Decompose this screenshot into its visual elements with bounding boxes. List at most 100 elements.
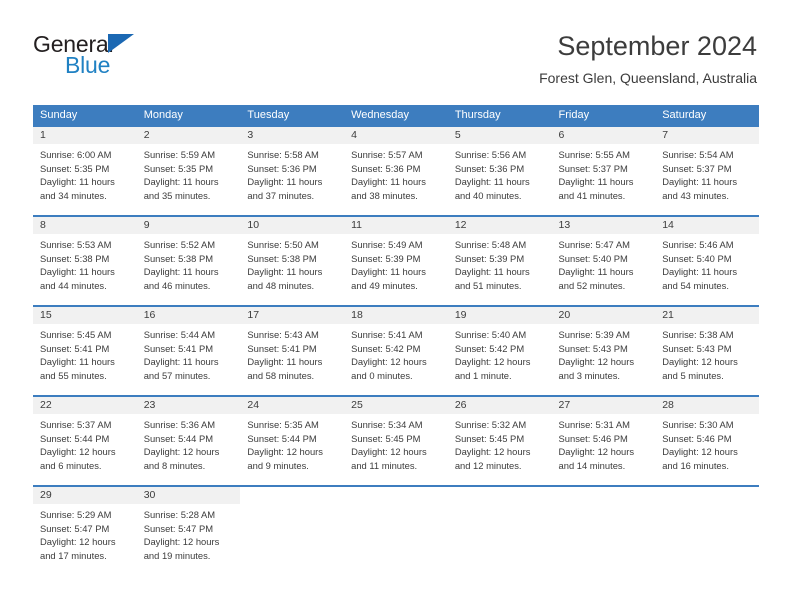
day-details: Sunrise: 5:29 AM Sunset: 5:47 PM Dayligh… (33, 504, 137, 562)
sunset-text: Sunset: 5:37 PM (662, 162, 732, 174)
sunrise-text: Sunrise: 5:35 AM (247, 419, 319, 430)
day-details: Sunrise: 5:37 AM Sunset: 5:44 PM Dayligh… (33, 414, 137, 472)
day-details: Sunrise: 5:56 AM Sunset: 5:36 PM Dayligh… (448, 144, 552, 202)
sunrise-text: Sunrise: 5:28 AM (143, 509, 216, 520)
daylight-text: Daylight: 12 hours and 16 minutes. (662, 446, 738, 471)
day-cell[interactable]: 29 Sunrise: 5:29 AM Sunset: 5:47 PM Dayl… (33, 487, 137, 575)
day-number: 7 (655, 127, 759, 144)
daylight-text: Daylight: 11 hours and 58 minutes. (247, 356, 323, 381)
day-cell[interactable]: 14 Sunrise: 5:46 AM Sunset: 5:40 PM Dayl… (655, 217, 759, 305)
day-cell[interactable]: 27 Sunrise: 5:31 AM Sunset: 5:46 PM Dayl… (551, 397, 656, 485)
day-number: 27 (551, 397, 656, 414)
sunset-text: Sunset: 5:43 PM (662, 342, 732, 354)
sunrise-text: Sunrise: 5:36 AM (143, 419, 216, 430)
day-details: Sunrise: 5:47 AM Sunset: 5:40 PM Dayligh… (552, 234, 656, 292)
day-number: 23 (136, 397, 241, 414)
day-cell[interactable]: 30 Sunrise: 5:28 AM Sunset: 5:47 PM Dayl… (136, 487, 241, 575)
day-number: 26 (447, 397, 552, 414)
week-row: 22 Sunrise: 5:37 AM Sunset: 5:44 PM Dayl… (33, 395, 759, 485)
day-details: Sunrise: 5:38 AM Sunset: 5:43 PM Dayligh… (655, 324, 759, 382)
day-cell[interactable]: 2 Sunrise: 5:59 AM Sunset: 5:35 PM Dayli… (136, 127, 241, 215)
sunset-text: Sunset: 5:44 PM (247, 432, 317, 444)
day-cell[interactable]: 8 Sunrise: 5:53 AM Sunset: 5:38 PM Dayli… (33, 217, 137, 305)
sunrise-text: Sunrise: 5:54 AM (662, 149, 734, 160)
sunset-text: Sunset: 5:38 PM (40, 252, 110, 264)
day-details: Sunrise: 5:41 AM Sunset: 5:42 PM Dayligh… (344, 324, 448, 382)
day-cell[interactable]: 26 Sunrise: 5:32 AM Sunset: 5:45 PM Dayl… (447, 397, 552, 485)
daylight-text: Daylight: 12 hours and 17 minutes. (40, 536, 116, 561)
day-cell[interactable]: 7 Sunrise: 5:54 AM Sunset: 5:37 PM Dayli… (655, 127, 759, 215)
week-row: 15 Sunrise: 5:45 AM Sunset: 5:41 PM Dayl… (33, 305, 759, 395)
day-cell[interactable]: 25 Sunrise: 5:34 AM Sunset: 5:45 PM Dayl… (344, 397, 448, 485)
day-details: Sunrise: 5:28 AM Sunset: 5:47 PM Dayligh… (137, 504, 241, 562)
week-row: 8 Sunrise: 5:53 AM Sunset: 5:38 PM Dayli… (33, 215, 759, 305)
general-blue-logo: General Blue (33, 33, 243, 83)
sunrise-text: Sunrise: 5:56 AM (454, 149, 527, 160)
calendar-grid: Sunday Monday Tuesday Wednesday Thursday… (33, 105, 759, 575)
day-number (655, 487, 759, 504)
day-number (448, 487, 552, 504)
daylight-text: Daylight: 11 hours and 48 minutes. (247, 266, 323, 291)
weekday-header-monday: Monday (143, 109, 183, 121)
sunrise-text: Sunrise: 5:32 AM (454, 419, 527, 430)
day-number: 2 (136, 127, 241, 144)
sunrise-text: Sunrise: 5:38 AM (662, 329, 734, 340)
day-cell[interactable]: 20 Sunrise: 5:39 AM Sunset: 5:43 PM Dayl… (551, 307, 656, 395)
day-cell[interactable]: 24 Sunrise: 5:35 AM Sunset: 5:44 PM Dayl… (240, 397, 345, 485)
daylight-text: Daylight: 11 hours and 41 minutes. (558, 176, 634, 201)
daylight-text: Daylight: 11 hours and 38 minutes. (351, 176, 426, 201)
day-cell[interactable]: 19 Sunrise: 5:40 AM Sunset: 5:42 PM Dayl… (447, 307, 552, 395)
day-cell[interactable]: 16 Sunrise: 5:44 AM Sunset: 5:41 PM Dayl… (136, 307, 241, 395)
sunset-text: Sunset: 5:42 PM (351, 342, 421, 354)
daylight-text: Daylight: 12 hours and 0 minutes. (351, 356, 427, 381)
day-cell[interactable]: 11 Sunrise: 5:49 AM Sunset: 5:39 PM Dayl… (344, 217, 448, 305)
sunset-text: Sunset: 5:36 PM (454, 162, 525, 174)
sunset-text: Sunset: 5:46 PM (558, 432, 628, 444)
day-cell[interactable]: 18 Sunrise: 5:41 AM Sunset: 5:42 PM Dayl… (344, 307, 448, 395)
day-details: Sunrise: 5:30 AM Sunset: 5:46 PM Dayligh… (655, 414, 759, 472)
day-cell[interactable]: 10 Sunrise: 5:50 AM Sunset: 5:38 PM Dayl… (240, 217, 345, 305)
day-details: Sunrise: 5:55 AM Sunset: 5:37 PM Dayligh… (552, 144, 656, 202)
sunset-text: Sunset: 5:39 PM (454, 252, 525, 264)
sunrise-text: Sunrise: 5:45 AM (40, 329, 112, 340)
page-subtitle: Forest Glen, Queensland, Australia (539, 70, 757, 86)
sunrise-text: Sunrise: 5:52 AM (143, 239, 216, 250)
calendar-page: General Blue September 2024 Forest Glen,… (0, 0, 792, 612)
weekday-header-wednesday: Wednesday (351, 109, 409, 121)
day-cell[interactable]: 9 Sunrise: 5:52 AM Sunset: 5:38 PM Dayli… (136, 217, 241, 305)
day-cell[interactable]: 12 Sunrise: 5:48 AM Sunset: 5:39 PM Dayl… (447, 217, 552, 305)
day-cell[interactable]: 5 Sunrise: 5:56 AM Sunset: 5:36 PM Dayli… (447, 127, 552, 215)
sunset-text: Sunset: 5:41 PM (40, 342, 110, 354)
day-cell-empty (240, 487, 344, 575)
day-cell[interactable]: 17 Sunrise: 5:43 AM Sunset: 5:41 PM Dayl… (240, 307, 345, 395)
day-cell[interactable]: 28 Sunrise: 5:30 AM Sunset: 5:46 PM Dayl… (655, 397, 759, 485)
day-number: 28 (655, 397, 759, 414)
sunset-text: Sunset: 5:41 PM (247, 342, 317, 354)
weekday-header-sunday: Sunday (40, 109, 78, 121)
day-details: Sunrise: 5:44 AM Sunset: 5:41 PM Dayligh… (137, 324, 241, 382)
day-cell[interactable]: 15 Sunrise: 5:45 AM Sunset: 5:41 PM Dayl… (33, 307, 137, 395)
day-number: 22 (33, 397, 137, 414)
day-cell[interactable]: 1 Sunrise: 6:00 AM Sunset: 5:35 PM Dayli… (33, 127, 137, 215)
sunrise-text: Sunrise: 5:50 AM (247, 239, 319, 250)
day-details: Sunrise: 5:35 AM Sunset: 5:44 PM Dayligh… (240, 414, 344, 472)
sunset-text: Sunset: 5:42 PM (454, 342, 525, 354)
sunset-text: Sunset: 5:40 PM (662, 252, 732, 264)
day-number (240, 487, 344, 504)
day-cell[interactable]: 21 Sunrise: 5:38 AM Sunset: 5:43 PM Dayl… (655, 307, 759, 395)
sunset-text: Sunset: 5:47 PM (40, 522, 110, 534)
day-cell[interactable]: 22 Sunrise: 5:37 AM Sunset: 5:44 PM Dayl… (33, 397, 137, 485)
day-number: 19 (447, 307, 552, 324)
daylight-text: Daylight: 12 hours and 1 minute. (454, 356, 531, 381)
sunset-text: Sunset: 5:46 PM (662, 432, 732, 444)
day-cell[interactable]: 23 Sunrise: 5:36 AM Sunset: 5:44 PM Dayl… (136, 397, 241, 485)
day-details: Sunrise: 5:45 AM Sunset: 5:41 PM Dayligh… (33, 324, 137, 382)
day-cell[interactable]: 4 Sunrise: 5:57 AM Sunset: 5:36 PM Dayli… (344, 127, 448, 215)
daylight-text: Daylight: 12 hours and 5 minutes. (662, 356, 738, 381)
day-cell[interactable]: 6 Sunrise: 5:55 AM Sunset: 5:37 PM Dayli… (551, 127, 656, 215)
sunset-text: Sunset: 5:41 PM (143, 342, 214, 354)
weekday-header-saturday: Saturday (662, 109, 707, 121)
day-cell[interactable]: 13 Sunrise: 5:47 AM Sunset: 5:40 PM Dayl… (551, 217, 656, 305)
day-cell[interactable]: 3 Sunrise: 5:58 AM Sunset: 5:36 PM Dayli… (240, 127, 345, 215)
day-details: Sunrise: 6:00 AM Sunset: 5:35 PM Dayligh… (33, 144, 137, 202)
